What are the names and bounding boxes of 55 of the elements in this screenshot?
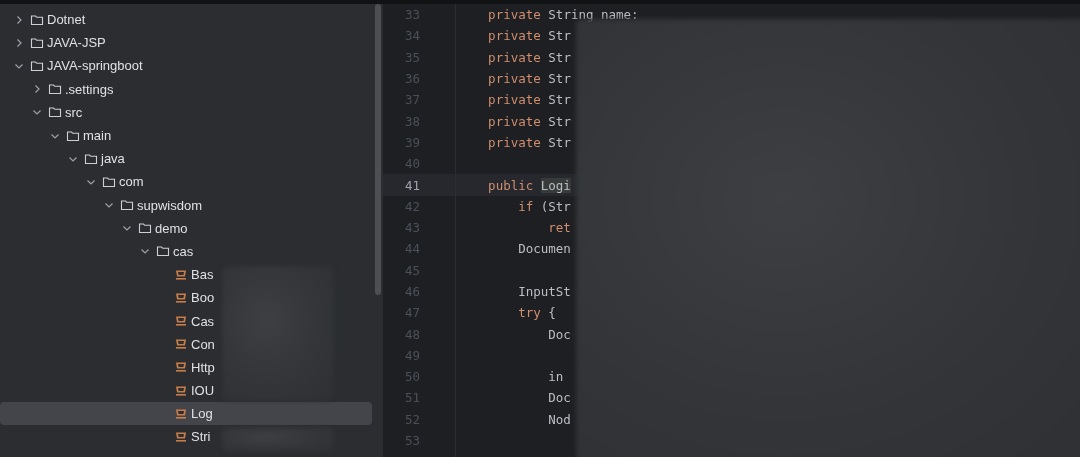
code-text: Doc <box>548 390 571 406</box>
folder-icon <box>66 128 80 143</box>
line-number: 41 <box>383 174 455 196</box>
code-text: Documen <box>518 241 571 257</box>
code-text: ret <box>548 220 571 236</box>
code-text: try { <box>518 305 556 321</box>
folder-icon <box>30 58 44 73</box>
tree-item[interactable]: cas <box>0 239 372 264</box>
tree-item[interactable]: demo <box>0 216 372 240</box>
tree-item[interactable]: main <box>0 123 372 148</box>
chevron-right-icon[interactable] <box>14 14 24 25</box>
tree-item[interactable]: Bas <box>0 263 372 287</box>
tree-item[interactable]: Http <box>0 355 372 379</box>
tree-item[interactable]: com <box>0 170 372 194</box>
folder-icon <box>48 82 62 97</box>
folder-icon <box>102 174 116 189</box>
tree-item[interactable]: JAVA-springboot <box>0 54 372 78</box>
tree-item[interactable]: IOU <box>0 379 372 403</box>
tree-item[interactable]: supwisdom <box>0 193 372 217</box>
code-text: private String name: <box>488 7 639 23</box>
coffee-cup-icon <box>174 314 188 329</box>
coffee-cup-icon <box>174 337 188 352</box>
code-text: Doc <box>548 326 571 342</box>
tree-item[interactable]: src <box>0 100 372 124</box>
code-text: private Str <box>488 49 571 65</box>
tree-item[interactable]: Stri <box>0 425 372 449</box>
scrollbar[interactable] <box>375 4 381 295</box>
folder-icon <box>120 198 134 213</box>
chevron-right-icon[interactable] <box>14 37 24 48</box>
code-text: public Logi <box>488 177 571 193</box>
folder-icon <box>48 105 62 120</box>
folder-icon <box>138 221 152 236</box>
code-text: if (Str <box>518 198 571 214</box>
tree-item[interactable]: Cas <box>0 309 372 333</box>
tree-item[interactable]: Dotnet <box>0 8 372 32</box>
code-text: Nod <box>548 411 571 427</box>
tree-item[interactable]: .settings <box>0 77 372 101</box>
chevron-right-icon[interactable] <box>32 84 42 95</box>
tree-item[interactable]: Log <box>0 402 372 426</box>
code-text: private Str <box>488 134 571 150</box>
code-text: private Str <box>488 71 571 87</box>
folder-icon <box>30 35 44 50</box>
code-text: in <box>548 369 564 385</box>
tree-item[interactable]: Boo <box>0 286 372 310</box>
code-text: private Str <box>488 92 571 108</box>
folder-icon <box>156 244 170 259</box>
tree-item[interactable]: Con <box>0 332 372 356</box>
tree-item[interactable]: java <box>0 147 372 171</box>
tree-item[interactable]: JAVA-JSP <box>0 31 372 55</box>
code-text: InputSt <box>518 284 571 299</box>
folder-icon <box>30 12 44 27</box>
code-text: private Str <box>488 113 571 129</box>
code-text: private Str <box>488 28 571 44</box>
folder-icon <box>84 151 98 166</box>
coffee-cup-icon <box>174 360 188 375</box>
